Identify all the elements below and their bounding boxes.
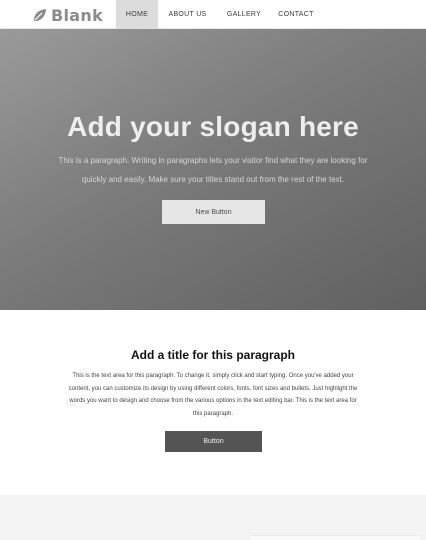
nav-item-contact[interactable]: CONTACT <box>271 0 321 29</box>
nav-item-home[interactable]: HOME <box>116 0 158 29</box>
hero-slogan[interactable]: Add your slogan here <box>0 111 426 143</box>
site-logo[interactable]: Blank <box>32 4 103 26</box>
hero-section: Add your slogan here This is a paragraph… <box>0 29 426 310</box>
main-nav: HOME ABOUT US GALLERY CONTACT <box>116 0 321 29</box>
new-button[interactable]: New Button <box>162 200 265 224</box>
paragraph-title[interactable]: Add a title for this paragraph <box>0 348 426 362</box>
hero-paragraph[interactable]: This is a paragraph. Writing in paragrap… <box>48 151 378 189</box>
nav-item-gallery[interactable]: GALLERY <box>217 0 271 29</box>
paragraph-text[interactable]: This is the text area for this paragraph… <box>68 370 358 420</box>
next-section <box>0 495 426 540</box>
logo-text: Blank <box>51 5 104 25</box>
next-section-card <box>250 535 420 540</box>
paragraph-button[interactable]: Button <box>165 431 262 452</box>
page: Blank HOME ABOUT US GALLERY CONTACT Add … <box>0 0 426 540</box>
nav-item-about-us[interactable]: ABOUT US <box>158 0 217 29</box>
paragraph-section: Add a title for this paragraph This is t… <box>0 310 426 495</box>
leaf-icon <box>33 9 46 22</box>
site-header: Blank HOME ABOUT US GALLERY CONTACT <box>0 0 426 29</box>
